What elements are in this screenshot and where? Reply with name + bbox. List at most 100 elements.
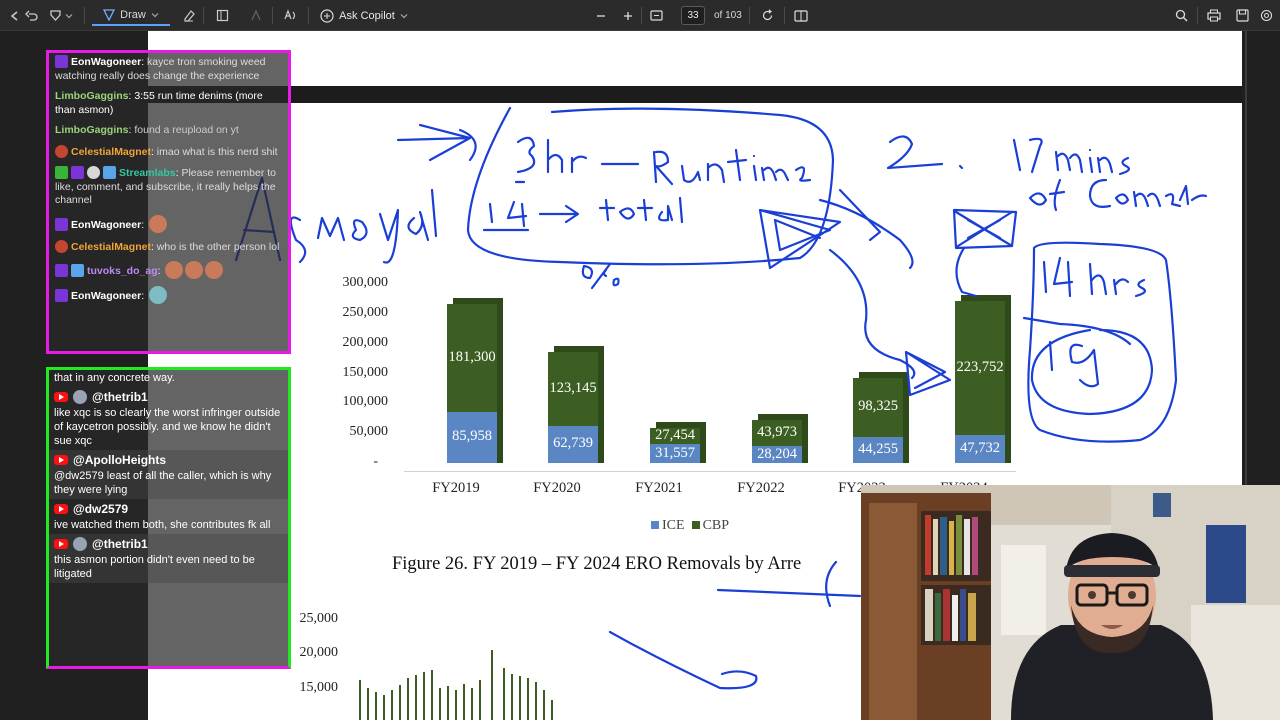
chevron-down-icon[interactable] [62, 5, 76, 26]
data-label-cbp: 43,973 [757, 424, 797, 441]
chat-text: who is the other person lol [156, 240, 280, 253]
data-label-ice: 31,557 [655, 444, 695, 461]
youtube-icon [54, 455, 68, 465]
chevron-down-icon [151, 11, 159, 19]
chat-message: EonWagoneer: kayce tron smoking weed wat… [55, 55, 266, 82]
data-label-ice: 85,958 [452, 428, 492, 445]
ytick-label: - [373, 454, 378, 469]
print-icon[interactable] [1206, 5, 1222, 26]
ytick-label: 300,000 [342, 275, 389, 290]
pen-icon [103, 8, 116, 21]
chat-text: imao what is this nerd shit [156, 145, 278, 158]
chat-message: EonWagoneer: [55, 286, 282, 304]
chat-text: like xqc is so clearly the worst infring… [54, 407, 281, 447]
page-count: of 103 [714, 10, 742, 21]
draw-button[interactable]: Draw [92, 5, 170, 26]
chat-message: @ApolloHeights @dw2579 least of all the … [49, 450, 288, 499]
data-label-cbp: 181,300 [448, 348, 496, 365]
subscriber-badge-icon [55, 217, 68, 231]
avatar [73, 390, 87, 404]
ytick-label: 200,000 [342, 334, 389, 350]
chat-text: found a reupload on yt [134, 124, 239, 136]
youtube-icon [54, 392, 68, 402]
emote-icon [185, 261, 204, 279]
chat-username: @thetrib1 [92, 390, 148, 404]
data-label-ice: 47,732 [960, 439, 1000, 456]
data-label-cbp: 123,145 [549, 379, 597, 396]
pdf-toolbar: Draw Ask Copilot 33 of 103 [0, 0, 1280, 31]
zoom-in-icon[interactable] [621, 5, 635, 26]
fit-page-icon[interactable] [648, 5, 664, 26]
gem-badge-icon [55, 264, 68, 277]
legend-label-ice: ICE [662, 518, 685, 533]
page-number-input[interactable] [681, 6, 705, 25]
chat-username: CelestialMagnet [71, 240, 151, 253]
chat-username: @ApolloHeights [73, 453, 167, 467]
xtick-label: FY2019 [432, 480, 480, 496]
chat-username: EonWagoneer [71, 218, 142, 231]
ask-copilot-button[interactable]: Ask Copilot [316, 5, 412, 26]
save-icon[interactable] [1234, 5, 1250, 26]
add-text-icon[interactable] [248, 5, 264, 26]
chat-username: @dw2579 [73, 502, 129, 516]
chat-text: ive watched them both, she contributes f… [54, 519, 271, 531]
webcam-scene [861, 485, 1280, 720]
chevron-down-icon [400, 12, 408, 20]
xtick-label: FY2020 [533, 480, 581, 496]
ytick-label: 25,000 [299, 611, 339, 626]
rotate-icon[interactable] [759, 5, 775, 26]
chat-message: @thetrib1 like xqc is so clearly the wor… [49, 387, 288, 450]
emote-icon [149, 286, 168, 304]
chat-username: tuvoks_do_ag [87, 265, 158, 277]
subscriber-badge-icon [55, 55, 68, 68]
chat-username: CelestialMagnet [71, 145, 151, 158]
scrollbar-track[interactable] [1245, 31, 1247, 485]
legend-swatch-ice [651, 521, 659, 529]
wreath-badge-icon [55, 144, 68, 158]
chat-message: EonWagoneer: [55, 214, 282, 233]
subscriber-badge-icon [55, 289, 68, 302]
data-label-ice: 62,739 [553, 435, 593, 452]
search-icon[interactable] [1173, 5, 1189, 26]
chat-message: @dw2579 ive watched them both, she contr… [49, 499, 288, 534]
ytick-label: 100,000 [342, 394, 389, 410]
eraser-icon[interactable] [180, 5, 196, 26]
ytick-label: 20,000 [299, 645, 339, 660]
ytick-label: 150,000 [342, 364, 389, 380]
youtube-chat-overlay: that in any concrete way. @thetrib1 like… [46, 367, 291, 669]
chat-username: @thetrib1 [92, 537, 148, 551]
chat-text: that in any concrete way. [54, 372, 175, 384]
emote-icon [165, 261, 184, 279]
data-label-ice: 28,204 [757, 445, 797, 462]
copilot-icon [320, 8, 334, 23]
xtick-label: FY2022 [737, 480, 785, 496]
chat-message: CelestialMagnet: who is the other person… [55, 239, 282, 255]
avatar [73, 537, 87, 551]
xtick-label: FY2021 [635, 480, 683, 496]
data-label-cbp: 223,752 [956, 358, 1004, 375]
chat-message: @thetrib1 this asmon portion didn't even… [49, 534, 288, 583]
copilot-label: Ask Copilot [339, 9, 395, 22]
zoom-out-icon[interactable] [594, 5, 608, 26]
highlight-icon[interactable] [48, 5, 62, 26]
read-aloud-icon[interactable] [282, 5, 300, 26]
chat-username: EonWagoneer [71, 56, 142, 68]
wreath-badge-icon [55, 239, 68, 253]
data-label-ice: 44,255 [858, 440, 898, 457]
ytick-label: 50,000 [349, 424, 389, 440]
right-margin [1242, 31, 1280, 485]
ytick-label: 250,000 [342, 304, 389, 320]
page-view-icon[interactable] [793, 5, 809, 26]
crown-badge-icon [71, 264, 84, 277]
chat-message: LimboGaggins: 3:55 run time denims (more… [55, 90, 263, 116]
text-box-icon[interactable] [214, 5, 230, 26]
undo-icon[interactable] [22, 5, 40, 26]
chat-text: @dw2579 least of all the caller, which i… [54, 470, 272, 496]
youtube-icon [54, 539, 68, 549]
data-label-cbp: 98,325 [858, 398, 898, 415]
ytick-label: 15,000 [299, 680, 339, 695]
legend-label-cbp: CBP [702, 518, 730, 533]
chat-message: Streamlabs: Please remember to like, com… [55, 166, 277, 206]
legend-swatch-cbp [691, 521, 700, 529]
more-options-icon[interactable] [1258, 5, 1274, 26]
